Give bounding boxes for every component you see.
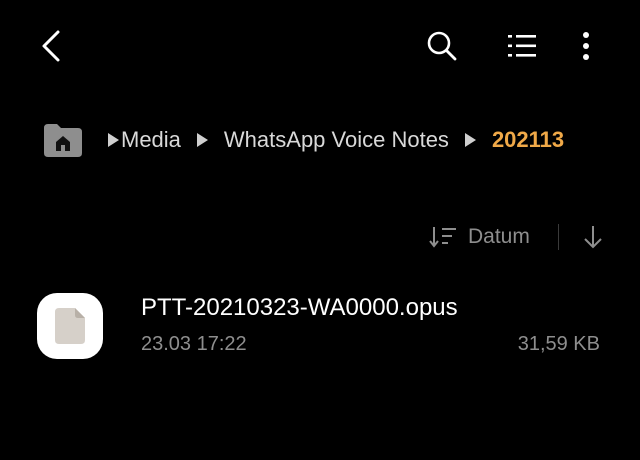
sort-field-label: Datum (468, 225, 530, 248)
search-icon (427, 31, 457, 61)
arrow-down-icon (584, 226, 602, 249)
top-app-bar (0, 0, 640, 92)
file-date: 23.03 17:22 (141, 333, 247, 355)
breadcrumb-item-media[interactable]: Media (121, 127, 181, 153)
sort-icon (429, 227, 456, 248)
breadcrumb-separator-icon (108, 133, 119, 147)
sort-divider (558, 224, 559, 250)
breadcrumb-separator-icon (464, 133, 476, 147)
breadcrumb-item-current[interactable]: 202113 (492, 127, 564, 153)
more-options-button[interactable] (562, 22, 610, 70)
list-view-button[interactable] (498, 22, 546, 70)
file-thumbnail (37, 293, 103, 359)
sort-field-button[interactable]: Datum (428, 220, 530, 254)
back-button[interactable] (28, 22, 76, 70)
more-vertical-icon (583, 32, 589, 60)
breadcrumb-item-whatsapp-voice-notes[interactable]: WhatsApp Voice Notes (224, 127, 449, 153)
sort-bar: Datum (0, 214, 640, 260)
list-item[interactable]: PTT-20210323-WA0000.opus 23.03 17:22 31,… (0, 282, 640, 374)
home-folder-button[interactable] (40, 120, 86, 160)
file-size: 31,59 KB (517, 333, 600, 355)
breadcrumb: Media WhatsApp Voice Notes 202113 (0, 112, 640, 168)
back-arrow-icon (42, 30, 60, 62)
breadcrumb-separator-icon (196, 133, 208, 147)
list-view-icon (508, 35, 536, 57)
file-name: PTT-20210323-WA0000.opus (141, 294, 458, 321)
search-button[interactable] (418, 22, 466, 70)
breadcrumb-path: Media WhatsApp Voice Notes 202113 (108, 112, 640, 168)
home-folder-icon (44, 124, 82, 157)
document-icon (55, 308, 85, 344)
sort-order-button[interactable] (576, 220, 610, 254)
